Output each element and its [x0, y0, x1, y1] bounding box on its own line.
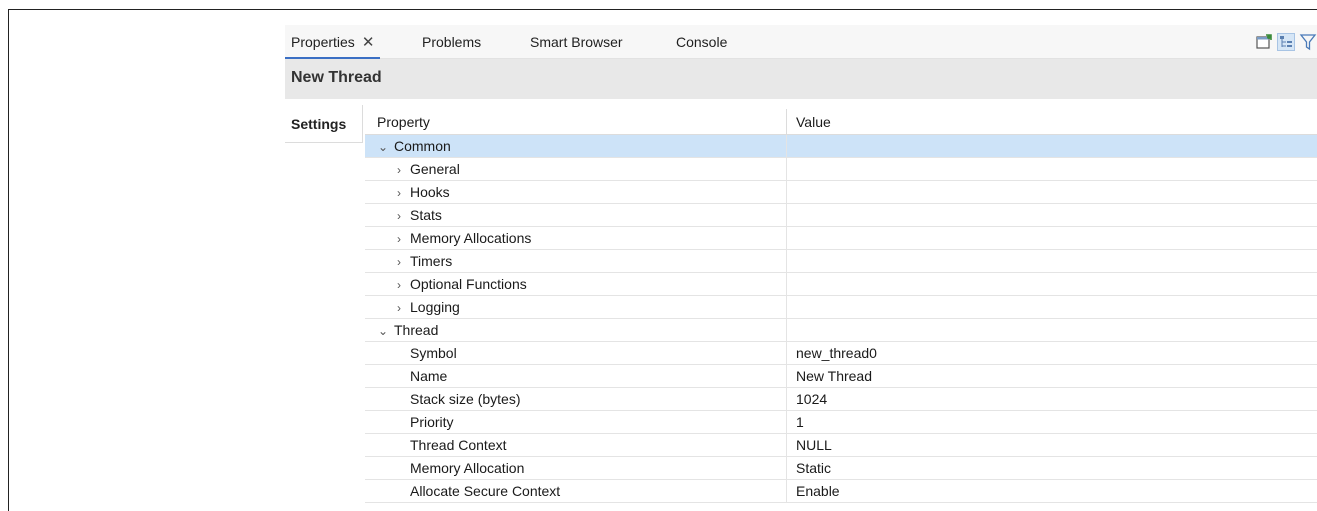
row-value[interactable] [787, 319, 1317, 341]
row-label: Common [394, 138, 451, 154]
row-value[interactable] [787, 296, 1317, 318]
row-value[interactable] [787, 227, 1317, 249]
row-value[interactable] [787, 158, 1317, 180]
row-value[interactable] [787, 250, 1317, 272]
row-value[interactable]: New Thread [787, 365, 1317, 387]
table-row[interactable]: Allocate Secure Context Enable [365, 480, 1317, 503]
chevron-down-icon[interactable]: ⌄ [377, 320, 389, 342]
row-label: Memory Allocations [410, 230, 532, 246]
row-label: Symbol [365, 342, 787, 364]
table-row[interactable]: › Stats [365, 204, 1317, 227]
column-header-value[interactable]: Value [787, 109, 1317, 134]
row-label: Memory Allocation [365, 457, 787, 479]
row-value[interactable] [787, 181, 1317, 203]
row-label: General [410, 161, 460, 177]
row-label: Thread [394, 322, 439, 338]
filter-icon[interactable] [1299, 33, 1317, 51]
chevron-right-icon[interactable]: › [393, 205, 405, 227]
side-tab-settings[interactable]: Settings [285, 105, 363, 143]
table-row-thread[interactable]: ⌄ Thread [365, 319, 1317, 342]
row-label: Thread Context [365, 434, 787, 456]
column-header-property[interactable]: Property [365, 109, 787, 134]
row-value[interactable]: Enable [787, 480, 1317, 502]
tab-smart-browser-label: Smart Browser [530, 34, 623, 50]
row-label: Name [365, 365, 787, 387]
page-title: New Thread [291, 69, 382, 86]
tree-view-icon[interactable] [1277, 33, 1295, 51]
tab-properties-label: Properties [291, 34, 355, 50]
table-row[interactable]: Symbol new_thread0 [365, 342, 1317, 365]
tab-problems[interactable]: Problems [422, 25, 481, 59]
row-label: Logging [410, 299, 460, 315]
row-label: Optional Functions [410, 276, 527, 292]
table-row[interactable]: › Hooks [365, 181, 1317, 204]
row-label: Priority [365, 411, 787, 433]
chevron-down-icon[interactable]: ⌄ [377, 136, 389, 158]
side-tabs: Settings [285, 105, 363, 143]
table-row[interactable]: › Timers [365, 250, 1317, 273]
chevron-right-icon[interactable]: › [393, 297, 405, 319]
table-row[interactable]: Thread Context NULL [365, 434, 1317, 457]
view-title-bar: New Thread [285, 59, 1317, 99]
chevron-right-icon[interactable]: › [393, 251, 405, 273]
table-header: Property Value [365, 109, 1317, 135]
row-label: Hooks [410, 184, 450, 200]
table-row[interactable]: › Optional Functions [365, 273, 1317, 296]
table-row[interactable]: Priority 1 [365, 411, 1317, 434]
chevron-right-icon[interactable]: › [393, 182, 405, 204]
tab-problems-label: Problems [422, 34, 482, 50]
row-value[interactable] [787, 204, 1317, 226]
row-label: Stats [410, 207, 442, 223]
tab-console-label: Console [676, 34, 728, 50]
view-tab-bar: Properties ✕ Problems Smart Browser Conso… [285, 25, 1317, 59]
tab-properties[interactable]: Properties ✕ [285, 25, 381, 60]
tab-smart-browser[interactable]: Smart Browser [530, 25, 623, 59]
table-row[interactable]: Name New Thread [365, 365, 1317, 388]
row-value[interactable] [787, 135, 1317, 157]
chevron-right-icon[interactable]: › [393, 274, 405, 296]
row-value[interactable] [787, 273, 1317, 295]
tab-console[interactable]: Console [676, 25, 727, 59]
row-value[interactable]: Static [787, 457, 1317, 479]
table-row[interactable]: Stack size (bytes) 1024 [365, 388, 1317, 411]
view-toolbar [1255, 33, 1317, 51]
table-row[interactable]: › Logging [365, 296, 1317, 319]
new-window-icon[interactable] [1255, 33, 1273, 51]
row-label: Timers [410, 253, 453, 269]
row-label: Stack size (bytes) [365, 388, 787, 410]
chevron-right-icon[interactable]: › [393, 228, 405, 250]
row-value[interactable]: 1 [787, 411, 1317, 433]
table-row[interactable]: › Memory Allocations [365, 227, 1317, 250]
table-row[interactable]: Memory Allocation Static [365, 457, 1317, 480]
chevron-right-icon[interactable]: › [393, 159, 405, 181]
row-value[interactable]: NULL [787, 434, 1317, 456]
row-value[interactable]: 1024 [787, 388, 1317, 410]
table-row-common[interactable]: ⌄ Common [365, 135, 1317, 158]
property-table: Property Value ⌄ Common › General › Hooks ›… [365, 109, 1317, 503]
properties-view: Properties ✕ Problems Smart Browser Conso… [285, 25, 1317, 511]
table-row[interactable]: › General [365, 158, 1317, 181]
close-icon[interactable]: ✕ [362, 26, 375, 60]
row-value[interactable]: new_thread0 [787, 342, 1317, 364]
row-label: Allocate Secure Context [365, 480, 787, 502]
